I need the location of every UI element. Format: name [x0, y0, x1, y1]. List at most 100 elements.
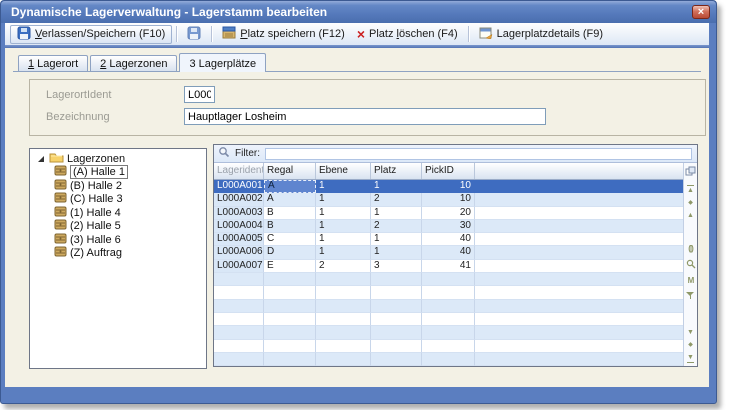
tree-item-label: (3) Halle 6: [70, 234, 121, 246]
cell-ebene[interactable]: 1: [316, 207, 371, 220]
cell-regal[interactable]: E: [264, 260, 316, 273]
cell-platz[interactable]: 2: [371, 193, 422, 206]
cell-lagerident[interactable]: L000A006: [214, 246, 264, 259]
cell-pickid[interactable]: 20: [422, 207, 475, 220]
cell-platz[interactable]: 1: [371, 180, 422, 193]
cell-platz[interactable]: 1: [371, 233, 422, 246]
grid-row[interactable]: L000A003 B 1 1 20: [214, 207, 683, 220]
cell-ebene[interactable]: 2: [316, 260, 371, 273]
page-up-icon[interactable]: ◆: [688, 200, 693, 206]
cell-platz[interactable]: 1: [371, 246, 422, 259]
search-row-icon[interactable]: [686, 259, 696, 271]
tree-item-halle1[interactable]: (A) Halle 1: [30, 166, 206, 180]
column-header-ebene[interactable]: Ebene: [316, 163, 371, 179]
grid-row[interactable]: L000A004 B 1 2 30: [214, 220, 683, 233]
cell-filler: [475, 193, 683, 206]
save-button[interactable]: [181, 25, 207, 44]
go-last-icon[interactable]: ▼: [687, 354, 694, 363]
cell-regal[interactable]: B: [264, 207, 316, 220]
folder-icon: [49, 151, 64, 166]
cell-pickid[interactable]: 10: [422, 193, 475, 206]
storage-bin-icon: [222, 26, 236, 42]
tree-expand-icon[interactable]: [38, 156, 44, 162]
cell-lagerident[interactable]: L000A005: [214, 233, 264, 246]
tree-item-auftrag[interactable]: (Z) Auftrag: [30, 247, 206, 261]
bezeichnung-field[interactable]: [184, 108, 546, 125]
tab-lagerort[interactable]: 1 Lagerort: [18, 55, 88, 72]
grid-row[interactable]: L000A005 C 1 1 40: [214, 233, 683, 246]
floppy-disk-icon: [17, 26, 31, 43]
summary-icon[interactable]: M: [688, 277, 694, 285]
save-place-button[interactable]: Platz speichern (F12): [216, 25, 351, 44]
tree-item-halle5[interactable]: (2) Halle 5: [30, 220, 206, 234]
window-title: Dynamische Lagerverwaltung - Lagerstamm …: [11, 5, 327, 19]
grid-navigator-strip[interactable]: ▲ ◆ ▲ (|) M ▼ ◆ ▼: [683, 163, 697, 366]
tree-item-label: (A) Halle 1: [70, 165, 128, 179]
cell-pickid[interactable]: 40: [422, 233, 475, 246]
column-header-platz[interactable]: Platz: [371, 163, 422, 179]
tab-strip: 1 Lagerort 2 Lagerzonen 3 Lagerplätze: [18, 54, 268, 72]
zone-icon: [54, 206, 67, 220]
cell-filler: [475, 207, 683, 220]
close-button[interactable]: ×: [692, 5, 710, 19]
cell-lagerident[interactable]: L000A003: [214, 207, 264, 220]
cell-regal[interactable]: A: [264, 193, 316, 206]
cell-regal[interactable]: B: [264, 220, 316, 233]
cell-filler: [475, 260, 683, 273]
cell-ebene[interactable]: 1: [316, 233, 371, 246]
cell-regal[interactable]: D: [264, 246, 316, 259]
tab-lagerzonen[interactable]: 2 Lagerzonen: [90, 55, 177, 72]
grid-row-selected[interactable]: L000A001 A 1 1 10: [214, 180, 683, 193]
cell-platz[interactable]: 1: [371, 207, 422, 220]
row-down-icon[interactable]: ▼: [687, 329, 694, 336]
cell-regal[interactable]: C: [264, 233, 316, 246]
lagerzonen-tree: Lagerzonen (A) Halle 1 (B) Halle 2 (C) H…: [29, 148, 207, 369]
column-header-lagerident[interactable]: Lagerident: [214, 163, 264, 179]
cell-ebene[interactable]: 1: [316, 246, 371, 259]
insert-row-icon[interactable]: (|): [688, 245, 693, 253]
cell-platz[interactable]: 3: [371, 260, 422, 273]
cell-regal-focused[interactable]: A: [264, 180, 316, 193]
column-header-regal[interactable]: Regal: [264, 163, 316, 179]
cell-pickid[interactable]: 41: [422, 260, 475, 273]
magnifier-icon: [218, 146, 230, 161]
cell-lagerident[interactable]: L000A004: [214, 220, 264, 233]
page-down-icon[interactable]: ◆: [688, 342, 693, 348]
cell-lagerident[interactable]: L000A002: [214, 193, 264, 206]
filter-input[interactable]: [265, 148, 692, 160]
cell-lagerident[interactable]: L000A001: [214, 180, 264, 193]
zone-icon: [54, 179, 67, 193]
cell-lagerident[interactable]: L000A007: [214, 260, 264, 273]
cell-pickid[interactable]: 10: [422, 180, 475, 193]
zone-icon: [54, 233, 67, 247]
cell-pickid[interactable]: 40: [422, 246, 475, 259]
tree-item-halle6[interactable]: (3) Halle 6: [30, 233, 206, 247]
tree-item-halle2[interactable]: (B) Halle 2: [30, 179, 206, 193]
cell-pickid[interactable]: 30: [422, 220, 475, 233]
tree-item-halle3[interactable]: (C) Halle 3: [30, 193, 206, 207]
go-first-icon[interactable]: ▲: [687, 185, 694, 194]
grid-row[interactable]: L000A006 D 1 1 40: [214, 246, 683, 259]
cell-ebene[interactable]: 1: [316, 180, 371, 193]
place-details-button[interactable]: Lagerplatzdetails (F9): [473, 25, 609, 44]
tree-item-halle4[interactable]: (1) Halle 4: [30, 206, 206, 220]
cell-ebene[interactable]: 1: [316, 193, 371, 206]
column-chooser-icon[interactable]: [685, 163, 696, 179]
zone-icon: [54, 246, 67, 260]
tab-lagerplaetze[interactable]: 3 Lagerplätze: [179, 53, 266, 72]
details-form-icon: [479, 26, 493, 42]
cell-ebene[interactable]: 1: [316, 220, 371, 233]
grid-row[interactable]: L000A002 A 1 2 10: [214, 193, 683, 206]
tree-root-lagerzonen[interactable]: Lagerzonen: [30, 152, 206, 166]
titlebar[interactable]: Dynamische Lagerverwaltung - Lagerstamm …: [1, 1, 716, 23]
cell-platz[interactable]: 2: [371, 220, 422, 233]
row-up-icon[interactable]: ▲: [687, 212, 694, 219]
grid-row[interactable]: L000A007 E 2 3 41: [214, 260, 683, 273]
empty-row: [214, 286, 683, 299]
lagerortident-field[interactable]: [184, 86, 215, 103]
column-header-pickid[interactable]: PickID: [422, 163, 475, 179]
filter-bar: Filter:: [214, 145, 697, 163]
filter-funnel-icon[interactable]: [686, 291, 695, 300]
save-exit-button[interactable]: Verlassen/Speichern (F10): [10, 25, 172, 44]
delete-place-button[interactable]: × Platz löschen (F4): [351, 25, 464, 44]
